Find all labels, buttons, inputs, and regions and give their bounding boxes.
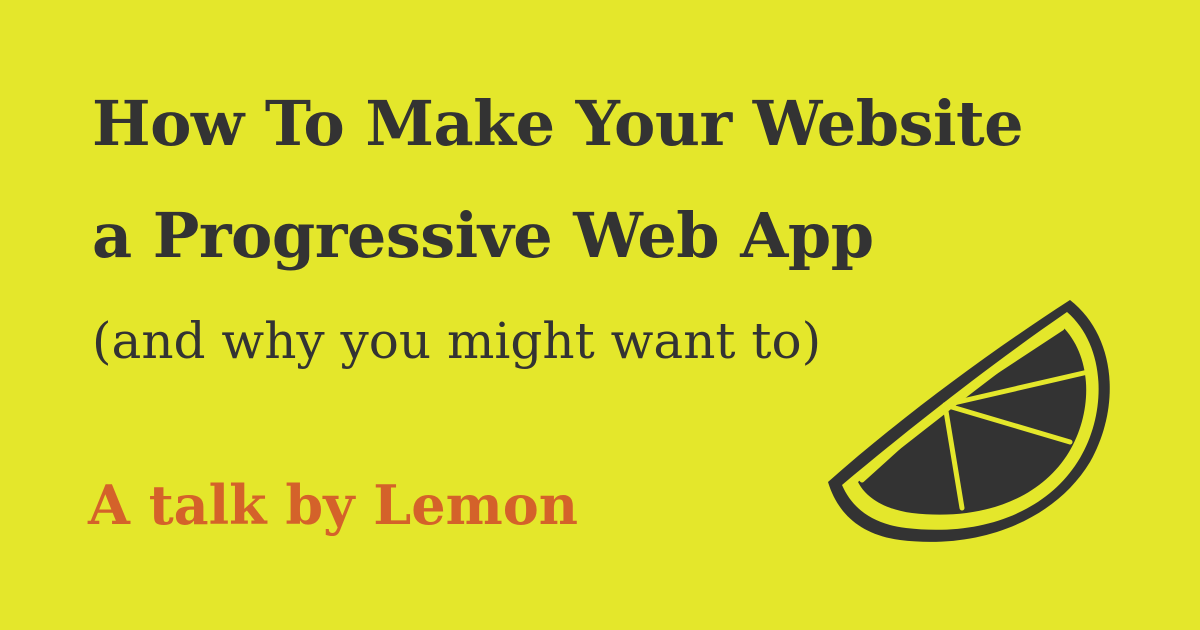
title-line-2: a Progressive Web App [92,199,874,272]
lemon-slice-icon [828,300,1110,542]
title-line-1: How To Make Your Website [92,87,1024,160]
byline: A talk by Lemon [88,473,579,537]
subtitle: (and why you might want to) [92,312,822,370]
